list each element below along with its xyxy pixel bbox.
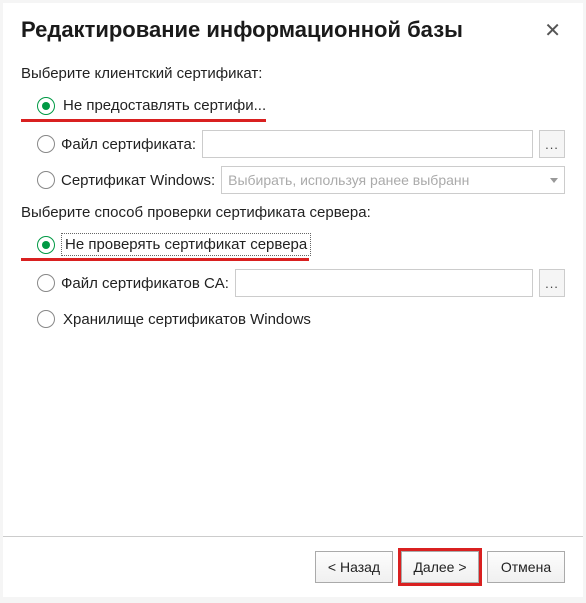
radio-server-windows-store-label: Хранилище сертификатов Windows: [63, 311, 311, 328]
radio-client-file[interactable]: [37, 135, 55, 153]
back-button[interactable]: < Назад: [315, 551, 393, 583]
client-cert-windows-dropdown-text: Выбирать, используя ранее выбранн: [228, 172, 469, 188]
dialog-title: Редактирование информационной базы: [21, 17, 463, 43]
client-cert-file-input[interactable]: [202, 130, 533, 158]
radio-server-ca-file-label: Файл сертификатов CA:: [61, 275, 229, 292]
cancel-button[interactable]: Отмена: [487, 551, 565, 583]
next-button[interactable]: Далее >: [401, 551, 479, 583]
content: Выберите клиентский сертификат: Не предо…: [3, 51, 583, 536]
server-cert-option-ca-file-row: Файл сертификатов CA: ...: [21, 269, 565, 297]
client-cert-group-label: Выберите клиентский сертификат:: [21, 65, 565, 82]
client-cert-file-browse-button[interactable]: ...: [539, 130, 565, 158]
titlebar: Редактирование информационной базы ✕: [3, 3, 583, 51]
server-cert-option-windows-store-row[interactable]: Хранилище сертификатов Windows: [21, 305, 565, 333]
radio-server-none-label: Не проверять сертификат сервера: [63, 235, 309, 254]
footer: < Назад Далее > Отмена: [3, 536, 583, 597]
server-ca-file-input[interactable]: [235, 269, 533, 297]
chevron-down-icon: [550, 178, 558, 183]
client-cert-option-file-row: Файл сертификата: ...: [21, 130, 565, 158]
radio-client-none-label: Не предоставлять сертифи...: [63, 97, 266, 114]
radio-server-none[interactable]: [37, 236, 55, 254]
server-cert-option-none-row[interactable]: Не проверять сертификат сервера: [21, 233, 309, 261]
radio-server-windows-store[interactable]: [37, 310, 55, 328]
client-cert-option-windows-row: Сертификат Windows: Выбирать, используя …: [21, 166, 565, 194]
radio-client-none[interactable]: [37, 97, 55, 115]
close-icon[interactable]: ✕: [540, 18, 565, 43]
server-ca-file-browse-button[interactable]: ...: [539, 269, 565, 297]
server-cert-group-label: Выберите способ проверки сертификата сер…: [21, 204, 565, 221]
radio-client-windows-label: Сертификат Windows:: [61, 172, 215, 189]
radio-client-windows[interactable]: [37, 171, 55, 189]
client-cert-option-none-row[interactable]: Не предоставлять сертифи...: [21, 94, 266, 122]
radio-server-ca-file[interactable]: [37, 274, 55, 292]
radio-client-file-label: Файл сертификата:: [61, 136, 196, 153]
dialog: Редактирование информационной базы ✕ Выб…: [3, 3, 583, 597]
client-cert-windows-dropdown[interactable]: Выбирать, используя ранее выбранн: [221, 166, 565, 194]
